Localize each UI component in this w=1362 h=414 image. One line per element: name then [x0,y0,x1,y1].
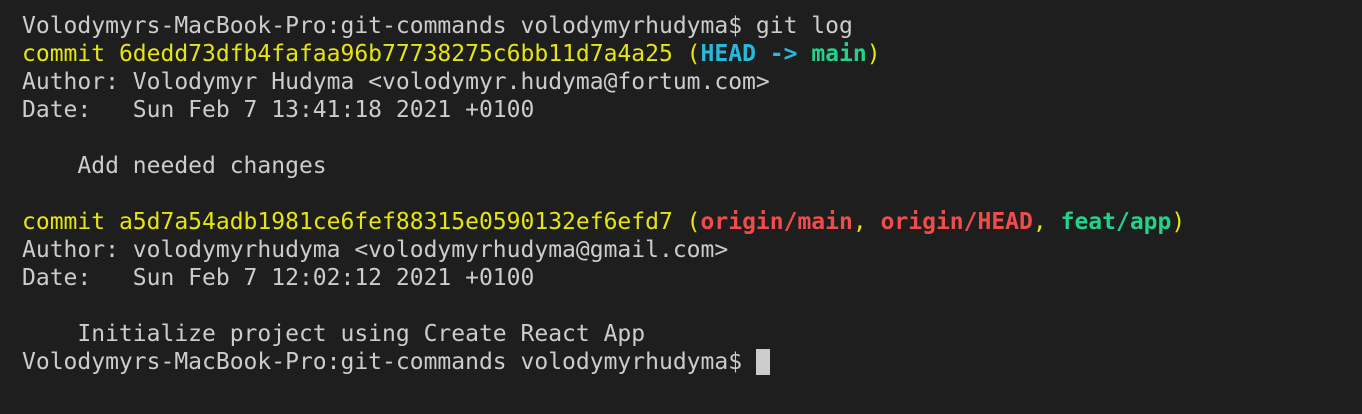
final-prompt-line[interactable]: Volodymyrs-MacBook-Pro:git-commands volo… [22,348,1362,376]
command-line: Volodymyrs-MacBook-Pro:git-commands volo… [22,12,1362,40]
cursor [755,349,770,375]
commit-author: Author: volodymyrhudyma <volodymyrhudyma… [22,237,729,263]
commit-author: Author: Volodymyr Hudyma <volodymyr.hudy… [22,69,770,95]
commit-date: Date: Sun Feb 7 12:02:12 2021 +0100 [22,265,535,291]
ref-origin-head: origin/HEAD [880,209,1033,235]
ref-origin-main: origin/main [700,209,853,235]
commit-header: commit 6dedd73dfb4fafaa96b77738275c6bb11… [22,40,1362,68]
shell-prompt: Volodymyrs-MacBook-Pro:git-commands volo… [22,13,756,39]
commit-hash: a5d7a54adb1981ce6fef88315e0590132ef6efd7 [118,209,673,235]
typed-command: git log [755,13,853,39]
ref-arrow: -> [755,41,812,67]
ref-separator: , [852,209,881,235]
commit-date: Date: Sun Feb 7 13:41:18 2021 +0100 [22,97,535,123]
ref-head: HEAD [700,41,756,67]
commit-header: commit a5d7a54adb1981ce6fef88315e0590132… [22,208,1362,236]
ref-open-paren: ( [672,209,701,235]
commit-keyword: commit [22,41,119,67]
ref-close-paren: ) [1171,209,1186,235]
commit-message: Add needed changes [22,153,327,179]
terminal-window[interactable]: Volodymyrs-MacBook-Pro:git-commands volo… [0,0,1362,414]
shell-prompt: Volodymyrs-MacBook-Pro:git-commands volo… [22,349,756,375]
commit-hash: 6dedd73dfb4fafaa96b77738275c6bb11d7a4a25 [118,41,673,67]
commit-message: Initialize project using Create React Ap… [22,321,646,347]
ref-branch-feat-app: feat/app [1060,209,1172,235]
ref-branch-main: main [811,41,867,67]
ref-close-paren: ) [866,41,881,67]
commit-keyword: commit [22,209,119,235]
ref-separator: , [1032,209,1061,235]
ref-open-paren: ( [672,41,701,67]
